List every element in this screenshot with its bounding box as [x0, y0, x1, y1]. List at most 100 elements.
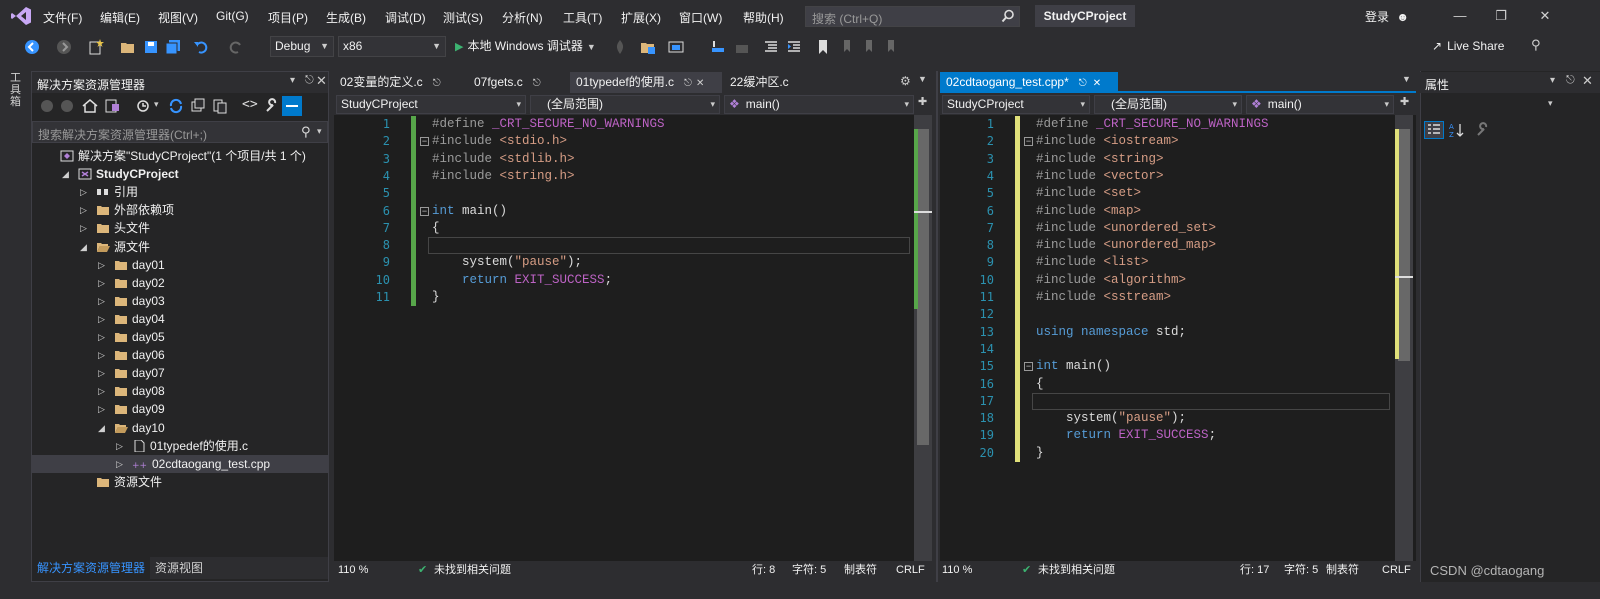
project-scope-select[interactable]: StudyCProject ▾: [942, 95, 1090, 114]
chevron-down-icon[interactable]: ▾: [317, 126, 322, 137]
member-select[interactable]: ❖ main() ▾: [1246, 95, 1394, 114]
pin-icon[interactable]: ⎋: [305, 74, 314, 87]
left-editor-scrollbar[interactable]: [914, 115, 932, 561]
step-over-icon[interactable]: [734, 39, 750, 55]
clear-bookmarks-icon[interactable]: [882, 39, 898, 55]
tab-file[interactable]: 02变量的定义.c ⎋: [334, 72, 462, 93]
expand-arrow-icon[interactable]: ▷: [98, 382, 105, 400]
code-line[interactable]: #define _CRT_SECURE_NO_WARNINGS: [1036, 116, 1269, 133]
dropdown-icon[interactable]: ▾: [1550, 75, 1555, 86]
collapse-region-icon[interactable]: −: [420, 206, 429, 216]
close-icon[interactable]: ✕: [316, 73, 327, 89]
pin-icon[interactable]: ⎋: [1566, 74, 1575, 87]
collapse-arrow-icon[interactable]: ◢: [80, 238, 87, 256]
pin-icon[interactable]: ⎋: [533, 78, 541, 89]
forward-icon[interactable]: [60, 99, 74, 113]
right-code-editor[interactable]: 1 2 3 4 5 6 7 8 9 10 11 12 13 14 15 16 17 18 19 20 #define _…: [940, 115, 1416, 561]
sort-alphabetical-icon[interactable]: AZ: [1448, 122, 1466, 138]
expand-arrow-icon[interactable]: ▷: [98, 256, 105, 274]
menu-item[interactable]: 项目(P): [268, 9, 308, 26]
tab-file[interactable]: 22缓冲区.c: [724, 72, 824, 93]
tree-item[interactable]: ▷ ++ 02cdtaogang_test.cpp: [32, 454, 328, 473]
start-debugging-button[interactable]: ▶ 本地 Windows 调试器 ▼: [455, 37, 596, 54]
tree-item[interactable]: ▷ day05: [32, 328, 328, 346]
expand-arrow-icon[interactable]: ▷: [98, 328, 105, 346]
issues-status[interactable]: 未找到相关问题: [434, 561, 511, 579]
menu-item[interactable]: Git(G): [216, 9, 249, 23]
dropdown-icon[interactable]: ▾: [290, 75, 295, 86]
split-icon[interactable]: ✚: [918, 95, 927, 108]
code-line[interactable]: }: [432, 289, 440, 306]
tab-file[interactable]: 07fgets.c ⎋: [468, 72, 568, 93]
expand-arrow-icon[interactable]: ▷: [80, 219, 87, 237]
restore-button[interactable]: ❐: [1491, 6, 1511, 26]
back-icon[interactable]: [40, 99, 54, 113]
platform-select[interactable]: x86 ▼: [338, 36, 446, 57]
code-line[interactable]: int main(): [1036, 358, 1111, 375]
menu-item[interactable]: 视图(V): [158, 9, 198, 26]
menu-item[interactable]: 调试(D): [385, 9, 426, 26]
collapse-all-icon[interactable]: [190, 98, 206, 114]
code-line[interactable]: system("pause");: [1036, 410, 1186, 427]
code-line[interactable]: }: [1036, 445, 1044, 462]
save-all-icon[interactable]: [165, 39, 181, 55]
pin-icon[interactable]: ⎋: [433, 78, 441, 89]
tree-item[interactable]: ▷ day04: [32, 310, 328, 328]
sync-icon[interactable]: [168, 98, 184, 114]
code-line[interactable]: #include <stdlib.h>: [432, 151, 575, 168]
tree-item[interactable]: ◢ day10: [32, 419, 328, 437]
pin-icon[interactable]: ⎋: [1079, 78, 1087, 89]
menu-item[interactable]: 窗口(W): [679, 9, 722, 26]
expand-arrow-icon[interactable]: ▷: [80, 183, 87, 201]
tab-file-active[interactable]: 01typedef的使用.c ⎋ ✕: [570, 72, 722, 93]
code-line[interactable]: #include <unordered_set>: [1036, 220, 1216, 237]
tree-item[interactable]: 解决方案"StudyCProject"(1 个项目/共 1 个): [32, 147, 328, 165]
tree-item[interactable]: ▷ 外部依赖项: [32, 201, 328, 219]
close-window-button[interactable]: ✕: [1535, 6, 1555, 26]
tab-list-dropdown-icon[interactable]: ▼: [918, 74, 927, 84]
tree-item[interactable]: ▷ day03: [32, 292, 328, 310]
code-line[interactable]: using namespace std;: [1036, 324, 1186, 341]
editor-splitter[interactable]: [936, 71, 938, 582]
code-line[interactable]: int main(): [432, 203, 507, 220]
tree-item[interactable]: ▷ day09: [32, 400, 328, 418]
wrench-icon[interactable]: [264, 98, 280, 114]
code-line[interactable]: return EXIT_SUCCESS;: [432, 272, 612, 289]
tree-item[interactable]: ◢ 源文件: [32, 238, 328, 256]
collapse-region-icon[interactable]: −: [1024, 362, 1033, 372]
left-code-editor[interactable]: 1 2 3 4 5 6 7 8 9 10 11 #define _CRT_SECURE_NO_WARN…: [334, 115, 932, 561]
browse-folder-icon[interactable]: [640, 39, 656, 55]
menu-item[interactable]: 扩展(X): [621, 9, 661, 26]
pending-changes-filter-icon[interactable]: [136, 98, 152, 114]
search-box[interactable]: 搜索 (Ctrl+Q): [805, 6, 1020, 27]
collapse-arrow-icon[interactable]: ◢: [62, 165, 69, 183]
project-scope-select[interactable]: StudyCProject ▾: [336, 95, 526, 114]
redo-icon[interactable]: [228, 39, 244, 55]
expand-arrow-icon[interactable]: ▷: [80, 201, 87, 219]
chevron-down-icon[interactable]: ▾: [154, 99, 159, 110]
object-select-dropdown-icon[interactable]: ▾: [1548, 98, 1553, 109]
scope-select[interactable]: (全局范围) ▾: [1094, 95, 1242, 114]
code-line[interactable]: #include <map>: [1036, 203, 1141, 220]
property-pages-wrench-icon[interactable]: [1475, 122, 1491, 138]
code-line[interactable]: #include <vector>: [1036, 168, 1164, 185]
scope-select[interactable]: (全局范围) ▾: [530, 95, 720, 114]
expand-arrow-icon[interactable]: ▷: [116, 455, 123, 473]
bookmark-icon[interactable]: [815, 39, 831, 55]
tree-item[interactable]: ▷ day02: [32, 274, 328, 292]
right-editor-scrollbar[interactable]: [1395, 115, 1413, 561]
menu-item[interactable]: 编辑(E): [100, 9, 140, 26]
code-line[interactable]: #include <algorithm>: [1036, 272, 1186, 289]
tab-resource-view[interactable]: 资源视图: [150, 557, 208, 579]
tab-solution-explorer[interactable]: 解决方案资源管理器: [32, 557, 151, 579]
feedback-icon[interactable]: ⚲: [1531, 37, 1541, 53]
zoom-level[interactable]: 110 %: [338, 561, 368, 579]
expand-arrow-icon[interactable]: ▷: [98, 274, 105, 292]
tab-file-active[interactable]: 02cdtaogang_test.cpp* ⎋ ✕: [940, 72, 1118, 93]
code-line[interactable]: #define _CRT_SECURE_NO_WARNINGS: [432, 116, 665, 133]
tree-item[interactable]: ▷ 01typedef的使用.c: [32, 437, 328, 455]
tab-indicator[interactable]: 制表符: [844, 561, 877, 579]
code-line[interactable]: {: [432, 220, 440, 237]
menu-item[interactable]: 工具(T): [563, 9, 602, 26]
prev-bookmark-icon[interactable]: [838, 39, 854, 55]
